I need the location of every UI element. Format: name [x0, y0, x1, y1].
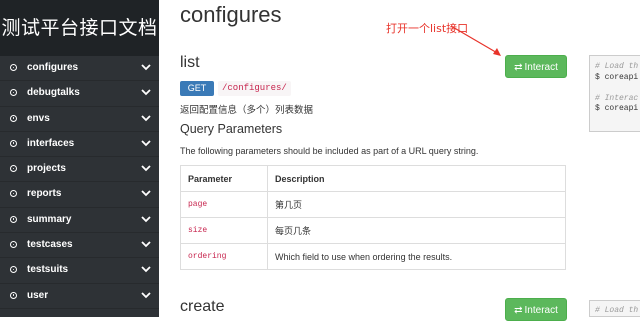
param-description: 每页几条 — [267, 217, 566, 244]
chevron-down-icon — [141, 292, 151, 298]
sidebar-item-label: projects — [27, 163, 66, 175]
circle-icon — [10, 114, 17, 122]
sidebar-item-testcases[interactable]: testcases — [0, 233, 159, 259]
endpoint-description: 返回配置信息（多个）列表数据 — [180, 105, 314, 116]
param-description: 第几页 — [267, 191, 566, 218]
sidebar-item-label: debugtalks — [27, 87, 80, 99]
section-title-list: list — [180, 54, 200, 71]
circle-icon — [10, 165, 17, 173]
interact-button-label: Interact — [524, 305, 558, 316]
table-header-row: Parameter Description — [180, 165, 566, 192]
brand-title: 测试平台接口文档 — [0, 0, 159, 56]
chevron-down-icon — [141, 241, 151, 248]
table-row: page 第几页 — [180, 191, 566, 218]
sidebar-item-interfaces[interactable]: interfaces — [0, 132, 159, 158]
interact-button-list[interactable]: ⇄ Interact — [505, 55, 567, 78]
sidebar-item-label: interfaces — [27, 137, 75, 149]
endpoint-path: /configures/ — [218, 81, 291, 96]
chevron-down-icon — [141, 64, 151, 71]
sidebar-item-configures[interactable]: configures — [0, 56, 159, 82]
annotation-arrow-icon — [450, 25, 501, 56]
chevron-down-icon — [141, 140, 151, 147]
table-header: Description — [267, 165, 566, 192]
page-title: configures — [180, 2, 282, 27]
sidebar-item-label: envs — [27, 112, 50, 124]
table-row: ordering Which field to use when orderin… — [180, 243, 566, 270]
param-name: page — [180, 191, 268, 218]
param-description: Which field to use when ordering the res… — [267, 243, 566, 270]
main-content: configures 打开一个list接口 list ⇄ Interact GET… — [159, 0, 640, 321]
chevron-down-icon — [141, 114, 151, 121]
sidebar-item-label: reports — [27, 188, 62, 200]
sidebar-item-envs[interactable]: envs — [0, 107, 159, 132]
query-parameters-help: The following parameters should be inclu… — [180, 146, 479, 156]
sidebar-item-reports[interactable]: reports — [0, 182, 159, 208]
sidebar-item-label: testsuits — [27, 264, 69, 276]
circle-icon — [10, 190, 17, 198]
sidebar-item-label: user — [27, 289, 49, 301]
chevron-down-icon — [141, 190, 151, 197]
circle-icon — [10, 266, 17, 274]
circle-icon — [10, 64, 17, 71]
param-name: size — [180, 217, 268, 244]
section-title-create: create — [180, 298, 225, 315]
sidebar: 测试平台接口文档 configures debugtalks envs inte… — [0, 0, 159, 317]
chevron-down-icon — [141, 266, 151, 273]
sidebar-item-testsuits[interactable]: testsuits — [0, 258, 159, 284]
table-header: Parameter — [180, 165, 268, 192]
swap-arrows-icon: ⇄ — [514, 305, 523, 316]
parameters-table: Parameter Description page 第几页 size 每页几条… — [180, 165, 566, 270]
query-parameters-heading: Query Parameters — [180, 122, 283, 136]
sidebar-item-label: summary — [27, 213, 72, 225]
method-badge: GET — [180, 81, 214, 96]
circle-icon — [10, 241, 17, 249]
sidebar-item-projects[interactable]: projects — [0, 157, 159, 183]
code-line: $ coreapi — [595, 72, 639, 82]
param-name: ordering — [180, 243, 268, 270]
swap-arrows-icon: ⇄ — [514, 62, 523, 73]
code-line: # Load th — [595, 62, 639, 71]
sidebar-item-label: configures — [27, 62, 79, 73]
sidebar-item-summary[interactable]: summary — [0, 208, 159, 234]
chevron-down-icon — [141, 89, 151, 96]
sidebar-item-user[interactable]: user — [0, 284, 159, 309]
sidebar-item-label: testcases — [27, 239, 73, 251]
circle-icon — [10, 139, 17, 147]
sidebar-nav: configures debugtalks envs interfaces pr… — [0, 56, 159, 309]
code-sample-panel: # Load th — [589, 300, 640, 317]
circle-icon — [10, 291, 17, 299]
code-line: # Interac — [595, 93, 639, 103]
chevron-down-icon — [141, 165, 151, 172]
circle-icon — [10, 89, 17, 97]
interact-button-create[interactable]: ⇄ Interact — [505, 298, 567, 321]
sidebar-item-debugtalks[interactable]: debugtalks — [0, 81, 159, 107]
table-row: size 每页几条 — [180, 217, 566, 244]
code-line: # Load th — [595, 306, 639, 315]
interact-button-label: Interact — [524, 62, 558, 73]
code-line: $ coreapi — [595, 104, 639, 113]
chevron-down-icon — [141, 216, 151, 223]
circle-icon — [10, 215, 17, 223]
code-sample-panel: # Load th $ coreapi # Interac $ coreapi — [589, 55, 640, 132]
